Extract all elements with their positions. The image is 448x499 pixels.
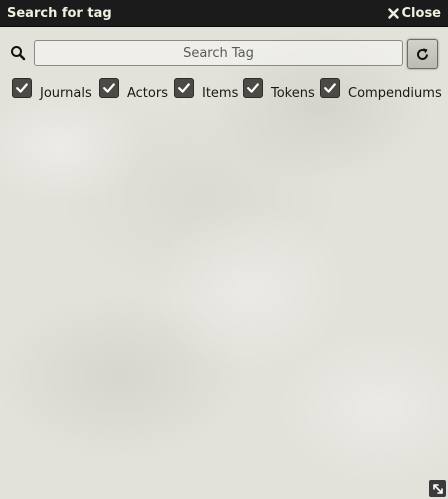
tokens-checkbox[interactable] [243, 78, 263, 98]
actors-label: Actors [127, 86, 168, 101]
close-label: Close [401, 5, 441, 21]
close-button[interactable]: Close [387, 5, 441, 21]
resize-handle[interactable] [429, 480, 446, 497]
refresh-button[interactable] [407, 39, 438, 69]
window-title: Search for tag [7, 5, 112, 21]
filter-journals[interactable]: Journals [12, 76, 92, 100]
search-input[interactable] [34, 40, 403, 66]
tokens-label: Tokens [271, 86, 315, 101]
filter-tokens[interactable]: Tokens [243, 76, 315, 100]
search-icon [11, 46, 26, 61]
search-tag-window: Search for tag Close Search Tag Journals… [0, 0, 448, 499]
filter-items[interactable]: Items [174, 76, 238, 100]
checkmark-icon [247, 83, 259, 93]
resize-icon [432, 483, 443, 494]
window-header[interactable]: Search for tag Close [0, 0, 448, 27]
actors-checkbox[interactable] [99, 78, 119, 98]
journals-checkbox[interactable] [12, 78, 32, 98]
compendiums-label: Compendiums [348, 86, 442, 101]
checkmark-icon [16, 83, 28, 93]
window-content: Journals Actors Items [0, 27, 448, 499]
close-icon [387, 7, 399, 19]
checkmark-icon [178, 83, 190, 93]
filter-compendiums[interactable]: Compendiums [320, 76, 442, 100]
journals-label: Journals [40, 86, 92, 101]
checkmark-icon [103, 83, 115, 93]
compendiums-checkbox[interactable] [320, 78, 340, 98]
items-checkbox[interactable] [174, 78, 194, 98]
items-label: Items [202, 86, 239, 101]
search-row [0, 39, 448, 69]
filter-actors[interactable]: Actors [99, 76, 168, 100]
checkmark-icon [324, 83, 336, 93]
filter-options: Journals Actors Items Tokens Compendiums [0, 76, 448, 100]
refresh-icon [417, 47, 428, 60]
